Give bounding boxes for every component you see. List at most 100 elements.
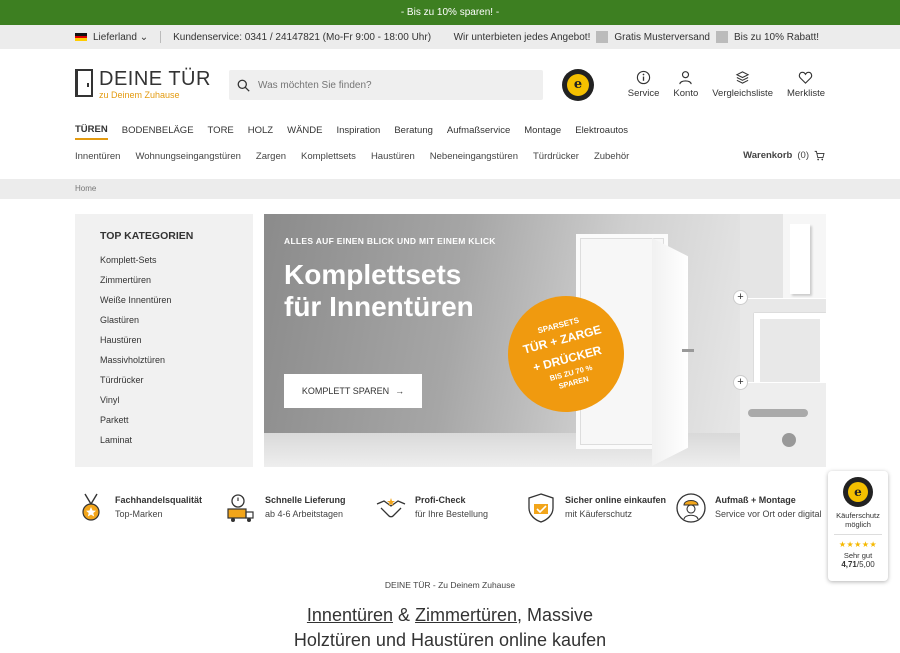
thumbnail-door[interactable] <box>740 214 826 298</box>
search-icon[interactable] <box>237 79 250 92</box>
subnav-komplettsets[interactable]: Komplettsets <box>301 151 356 162</box>
promo-banner: - Bis zu 10% sparen! - <box>0 0 900 25</box>
usp-desc: Service vor Ort oder digital <box>715 509 822 519</box>
subnav-innentueren[interactable]: Innentüren <box>75 151 120 162</box>
category-item[interactable]: Zimmertüren <box>100 270 253 290</box>
subnav-haustueren[interactable]: Haustüren <box>371 151 415 162</box>
subnav-wohnungseingangstueren[interactable]: Wohnungseingangstüren <box>135 151 240 162</box>
search-input[interactable] <box>258 79 508 91</box>
claim-lowest-price: Wir unterbieten jedes Angebot! <box>453 31 591 43</box>
wishlist-link[interactable]: Merkliste <box>787 70 825 99</box>
thumbnail-frame[interactable] <box>740 298 826 383</box>
trust-line1: Käuferschutz <box>836 511 880 520</box>
subnav-zargen[interactable]: Zargen <box>256 151 286 162</box>
claim-discount: Bis zu 10% Rabatt! <box>733 31 819 43</box>
nav-montage[interactable]: Montage <box>524 125 561 139</box>
nav-waende[interactable]: WÄNDE <box>287 125 322 139</box>
zimmertueren-link[interactable]: Zimmertüren <box>415 605 517 625</box>
germany-flag-icon <box>75 33 87 42</box>
nav-elektroautos[interactable]: Elektroautos <box>575 125 628 139</box>
subnav-tuerdruecker[interactable]: Türdrücker <box>533 151 579 162</box>
hero-headline-line1: Komplettsets <box>284 259 462 290</box>
compare-list-label: Vergleichsliste <box>712 88 773 99</box>
thumbnail-handle[interactable] <box>740 383 826 468</box>
nav-inspiration[interactable]: Inspiration <box>336 125 380 139</box>
info-bar: Lieferland ⌄ Kundenservice: 0341 / 24147… <box>0 25 900 49</box>
usp-item: Aufmaß + Montage Service vor Ort oder dig… <box>675 492 825 524</box>
innentueren-link[interactable]: Innentüren <box>307 605 393 625</box>
nav-tore[interactable]: TORE <box>208 125 234 139</box>
divider <box>160 31 162 43</box>
heading-amp: & <box>393 605 416 625</box>
country-select[interactable]: Lieferland ⌄ <box>93 32 148 43</box>
logo-subtitle: zu Deinem Zuhause <box>99 90 180 100</box>
category-item[interactable]: Massivholztüren <box>100 350 253 370</box>
cart-button[interactable]: Warenkorb (0) <box>743 150 825 161</box>
category-item[interactable]: Parkett <box>100 410 253 430</box>
nav-bodenbelaege[interactable]: BODENBELÄGE <box>122 125 194 139</box>
usp-title: Aufmaß + Montage <box>715 495 796 505</box>
claim-free-samples: Gratis Musterversand <box>614 31 710 43</box>
heading-rest: , Massive <box>517 605 594 625</box>
subnav-nebeneingangstueren[interactable]: Nebeneingangstüren <box>430 151 518 162</box>
wishlist-label: Merkliste <box>786 88 825 99</box>
category-item[interactable]: Türdrücker <box>100 370 253 390</box>
user-icon <box>679 71 693 85</box>
cart-icon <box>814 150 825 161</box>
trusted-shops-widget[interactable]: e Käuferschutz möglich ★★★★★ Sehr gut 4,7… <box>828 471 888 581</box>
rating-label: Sehr gut <box>843 551 873 560</box>
service-link[interactable]: Service <box>627 70 660 99</box>
trusted-shops-badge-icon[interactable]: e <box>562 69 594 101</box>
nav-beratung[interactable]: Beratung <box>394 125 433 139</box>
chevron-down-icon: ⌄ <box>139 31 149 43</box>
usp-item: Schnelle Lieferung ab 4-6 Arbeitstagen <box>225 492 375 524</box>
layers-icon <box>735 71 750 84</box>
cta-label: KOMPLETT SPAREN <box>301 386 390 396</box>
compare-list-link[interactable]: Vergleichsliste <box>712 70 773 99</box>
info-icon <box>636 70 651 85</box>
nav-tueren[interactable]: TÜREN <box>75 124 108 140</box>
hero-thumbnails <box>740 214 826 468</box>
plus-icon[interactable]: + <box>733 375 748 390</box>
category-item[interactable]: Laminat <box>100 430 253 450</box>
plus-icon[interactable]: + <box>733 290 748 305</box>
breadcrumb: Home <box>0 179 900 199</box>
breadcrumb-home[interactable]: Home <box>75 184 96 193</box>
seo-subtitle: DEINE TÜR - Zu Deinem Zuhause <box>384 580 516 590</box>
hero-headline: Komplettsets für Innentüren <box>284 259 474 323</box>
divider <box>834 534 882 535</box>
arrow-right-icon: → <box>395 386 405 396</box>
subnav-zubehoer[interactable]: Zubehör <box>594 151 629 162</box>
nav-holz[interactable]: HOLZ <box>248 125 273 139</box>
category-item[interactable]: Vinyl <box>100 390 253 410</box>
worker-icon <box>676 493 706 523</box>
category-item[interactable]: Haustüren <box>100 330 253 350</box>
rating-scale: /5,00 <box>856 560 875 569</box>
heading-line2: Holztüren und Haustüren online kaufen <box>293 630 607 650</box>
divider <box>715 31 728 43</box>
door-handle-image <box>682 349 694 352</box>
usp-item: Fachhandelsqualität Top-Marken <box>75 492 225 524</box>
usp-row: Fachhandelsqualität Top-Marken Schnelle L… <box>75 492 825 524</box>
promo-text: - Bis zu 10% sparen! - <box>400 7 500 18</box>
shield-icon <box>528 493 554 523</box>
trust-line2: möglich <box>845 520 871 529</box>
usp-title: Profi-Check <box>415 495 466 505</box>
account-link[interactable]: Konto <box>673 70 698 99</box>
trusted-shops-seal-icon: e <box>843 477 873 507</box>
rating-score-value: 4,71 <box>841 560 857 569</box>
nav-aufmassservice[interactable]: Aufmaßservice <box>447 125 510 139</box>
door-leaf-image <box>652 238 688 466</box>
category-item[interactable]: Glastüren <box>100 310 253 330</box>
hero-tagline: ALLES AUF EINEN BLICK UND MIT EINEM KLIC… <box>284 236 496 246</box>
category-item[interactable]: Weiße Innentüren <box>100 290 253 310</box>
category-item[interactable]: Komplett-Sets <box>100 250 253 270</box>
account-label: Konto <box>673 88 699 99</box>
main-nav: TÜREN BODENBELÄGE TORE HOLZ WÄNDE Inspir… <box>0 121 900 143</box>
hero-banner[interactable]: ALLES AUF EINEN BLICK UND MIT EINEM KLIC… <box>264 214 740 467</box>
usp-desc: für Ihre Bestellung <box>415 509 489 519</box>
komplett-sparen-button[interactable]: KOMPLETT SPAREN → <box>284 374 422 408</box>
service-label: Service <box>627 88 660 99</box>
logo[interactable]: DEINE TÜR zu Deinem Zuhause <box>75 69 211 100</box>
main-content: TOP KATEGORIEN Komplett-Sets Zimmertüren… <box>0 199 900 523</box>
